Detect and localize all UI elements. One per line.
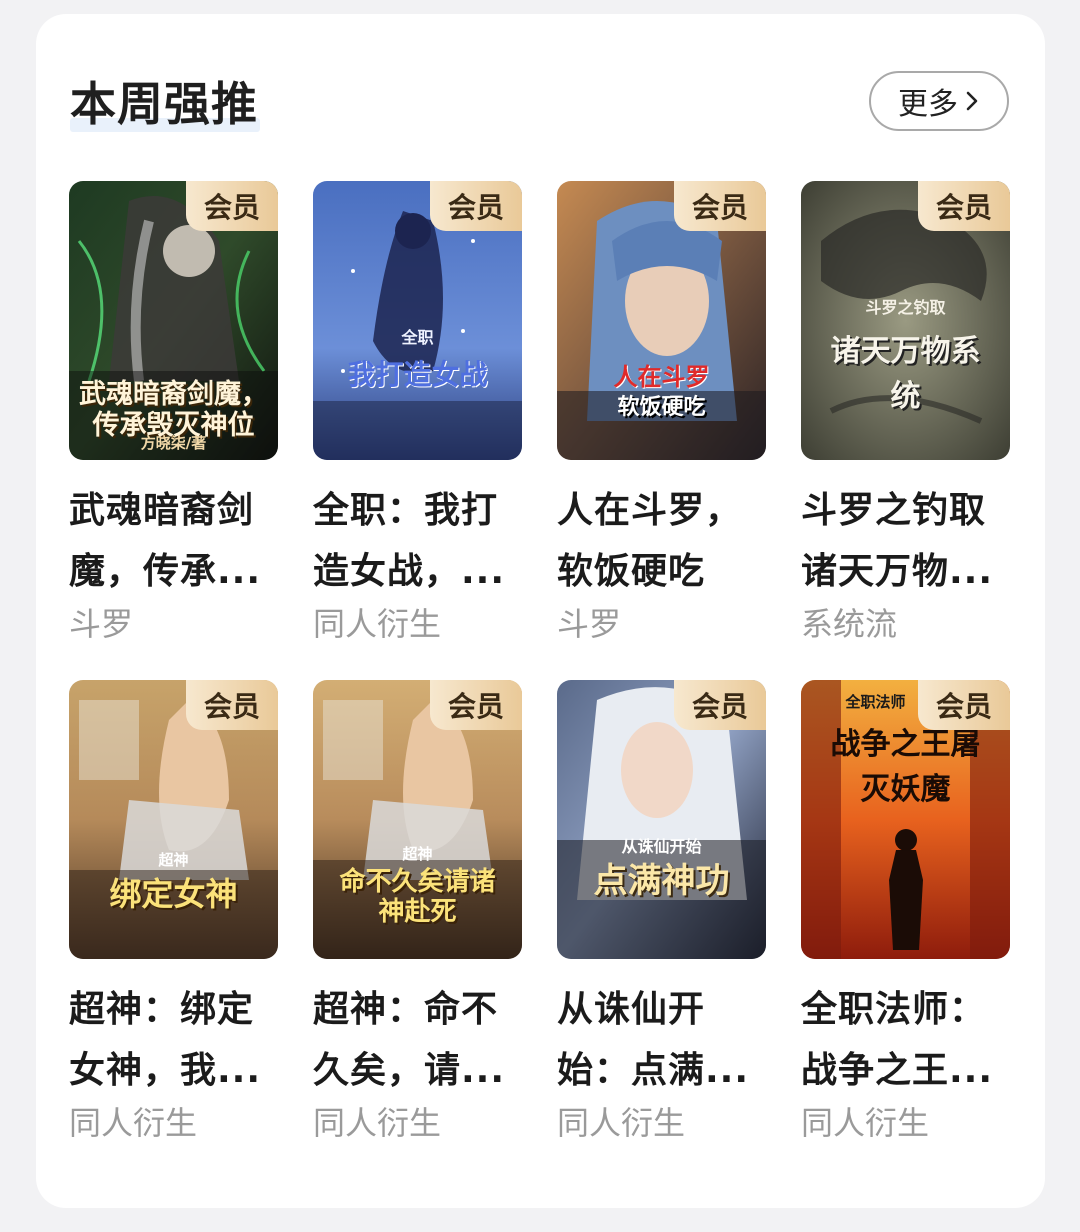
- book-item[interactable]: 武魂暗裔剑魔，传承毁灭神位 方晓柒/著 会员 武魂暗裔剑 魔，传承... 斗罗: [69, 181, 278, 644]
- book-genre: 同人衍生: [313, 1104, 442, 1142]
- book-title-line1: 全职法师：: [801, 989, 987, 1030]
- book-title-line2: 战争之王...: [801, 1050, 994, 1091]
- cover-title-text: 我打造女战: [347, 358, 488, 391]
- more-button[interactable]: 更多: [869, 71, 1009, 131]
- cover-author-text: 从诛仙开始: [621, 837, 702, 856]
- vip-badge: 会员: [918, 680, 1010, 730]
- book-genre: 同人衍生: [801, 1104, 930, 1142]
- book-title-line1: 超神：命不: [313, 989, 499, 1030]
- book-item[interactable]: 人在斗罗 软饭硬吃 会员 人在斗罗， 软饭硬吃 斗罗: [557, 181, 766, 644]
- book-genre: 同人衍生: [557, 1104, 686, 1142]
- book-cover[interactable]: 超神 绑定女神 会员: [69, 680, 278, 959]
- cover-author-text: 全职: [401, 328, 434, 347]
- book-title: 武魂暗裔剑 魔，传承...: [69, 480, 278, 602]
- book-title-line2: 女神，我...: [69, 1050, 262, 1091]
- recommendation-card: 本周强推 更多 武魂暗裔剑魔，传承毁灭神位 方晓柒/著 会员 武魂暗裔剑 魔，传…: [36, 14, 1045, 1208]
- book-title-line2: 诸天万物...: [801, 551, 994, 592]
- vip-badge: 会员: [186, 680, 278, 730]
- cover-author-text: 软饭硬吃: [617, 394, 706, 420]
- section-title: 本周强推: [70, 77, 258, 131]
- vip-badge: 会员: [674, 680, 766, 730]
- vip-badge: 会员: [430, 680, 522, 730]
- book-title: 全职：我打 造女战，...: [313, 480, 522, 602]
- book-cover[interactable]: 超神 命不久矣请诸神赴死 会员: [313, 680, 522, 959]
- cover-title-text: 命不久矣请诸神赴死: [339, 867, 496, 927]
- cover-author-text: 超神: [402, 845, 433, 863]
- book-item[interactable]: 从诛仙开始 点满神功 会员 从诛仙开 始：点满... 同人衍生: [557, 680, 766, 1143]
- book-title-line1: 全职：我打: [313, 490, 499, 531]
- chevron-right-icon: [964, 90, 980, 112]
- vip-badge: 会员: [430, 181, 522, 231]
- cover-author-text: 超神: [158, 851, 189, 869]
- book-title-line1: 斗罗之钓取: [801, 490, 987, 531]
- section-title-wrap: 本周强推: [70, 74, 260, 134]
- cover-title-text: 诸天万物系统: [830, 334, 981, 414]
- book-cover[interactable]: 人在斗罗 软饭硬吃 会员: [557, 181, 766, 460]
- book-item[interactable]: 超神 绑定女神 会员 超神：绑定 女神，我... 同人衍生: [69, 680, 278, 1143]
- book-title: 从诛仙开 始：点满...: [557, 979, 766, 1101]
- book-title-line1: 超神：绑定: [69, 989, 255, 1030]
- cover-author-text: 斗罗之钓取: [865, 298, 946, 317]
- cover-title-text: 战争之王屠灭妖魔: [830, 727, 981, 807]
- book-genre: 同人衍生: [69, 1104, 198, 1142]
- book-cover[interactable]: 武魂暗裔剑魔，传承毁灭神位 方晓柒/著 会员: [69, 181, 278, 460]
- book-cover[interactable]: 全职 我打造女战 会员: [313, 181, 522, 460]
- book-item[interactable]: 全职 我打造女战 会员 全职：我打 造女战，... 同人衍生: [313, 181, 522, 644]
- book-genre: 同人衍生: [313, 605, 442, 643]
- book-title: 全职法师： 战争之王...: [801, 979, 1010, 1101]
- book-title-line2: 造女战，...: [313, 551, 506, 592]
- cover-title-text: 绑定女神: [109, 875, 238, 913]
- book-item[interactable]: 全职法师 战争之王屠灭妖魔 会员 全职法师： 战争之王... 同人衍生: [801, 680, 1010, 1143]
- book-title: 斗罗之钓取 诸天万物...: [801, 480, 1010, 602]
- book-title-line2: 软饭硬吃: [557, 551, 706, 592]
- cover-author-text: 方晓柒/著: [140, 434, 207, 452]
- book-title-line1: 人在斗罗，: [557, 490, 743, 531]
- section-header: 本周强推 更多: [36, 14, 1045, 174]
- book-title-line2: 魔，传承...: [69, 551, 262, 592]
- book-cover[interactable]: 全职法师 战争之王屠灭妖魔 会员: [801, 680, 1010, 959]
- book-title-line1: 从诛仙开: [557, 989, 706, 1030]
- vip-badge: 会员: [674, 181, 766, 231]
- vip-badge: 会员: [918, 181, 1010, 231]
- cover-title-text: 点满神功: [593, 861, 730, 901]
- book-cover[interactable]: 从诛仙开始 点满神功 会员: [557, 680, 766, 959]
- book-cover[interactable]: 斗罗之钓取 诸天万物系统 会员: [801, 181, 1010, 460]
- book-title-line2: 久矣，请...: [313, 1050, 506, 1091]
- book-item[interactable]: 超神 命不久矣请诸神赴死 会员 超神：命不 久矣，请... 同人衍生: [313, 680, 522, 1143]
- book-genre: 斗罗: [69, 605, 134, 643]
- book-grid: 武魂暗裔剑魔，传承毁灭神位 方晓柒/著 会员 武魂暗裔剑 魔，传承... 斗罗: [69, 181, 1011, 1143]
- vip-badge: 会员: [186, 181, 278, 231]
- book-genre: 斗罗: [557, 605, 622, 643]
- book-title: 超神：绑定 女神，我...: [69, 979, 278, 1101]
- cover-title-text: 人在斗罗: [613, 362, 710, 391]
- book-item[interactable]: 斗罗之钓取 诸天万物系统 会员 斗罗之钓取 诸天万物... 系统流: [801, 181, 1010, 644]
- book-title-line2: 始：点满...: [557, 1050, 750, 1091]
- book-genre: 系统流: [801, 605, 898, 643]
- book-title-line1: 武魂暗裔剑: [69, 490, 255, 531]
- book-title: 超神：命不 久矣，请...: [313, 979, 522, 1101]
- more-label: 更多: [898, 87, 958, 122]
- cover-title-text: 武魂暗裔剑魔，传承毁灭神位: [79, 379, 268, 442]
- book-title: 人在斗罗， 软饭硬吃: [557, 480, 766, 602]
